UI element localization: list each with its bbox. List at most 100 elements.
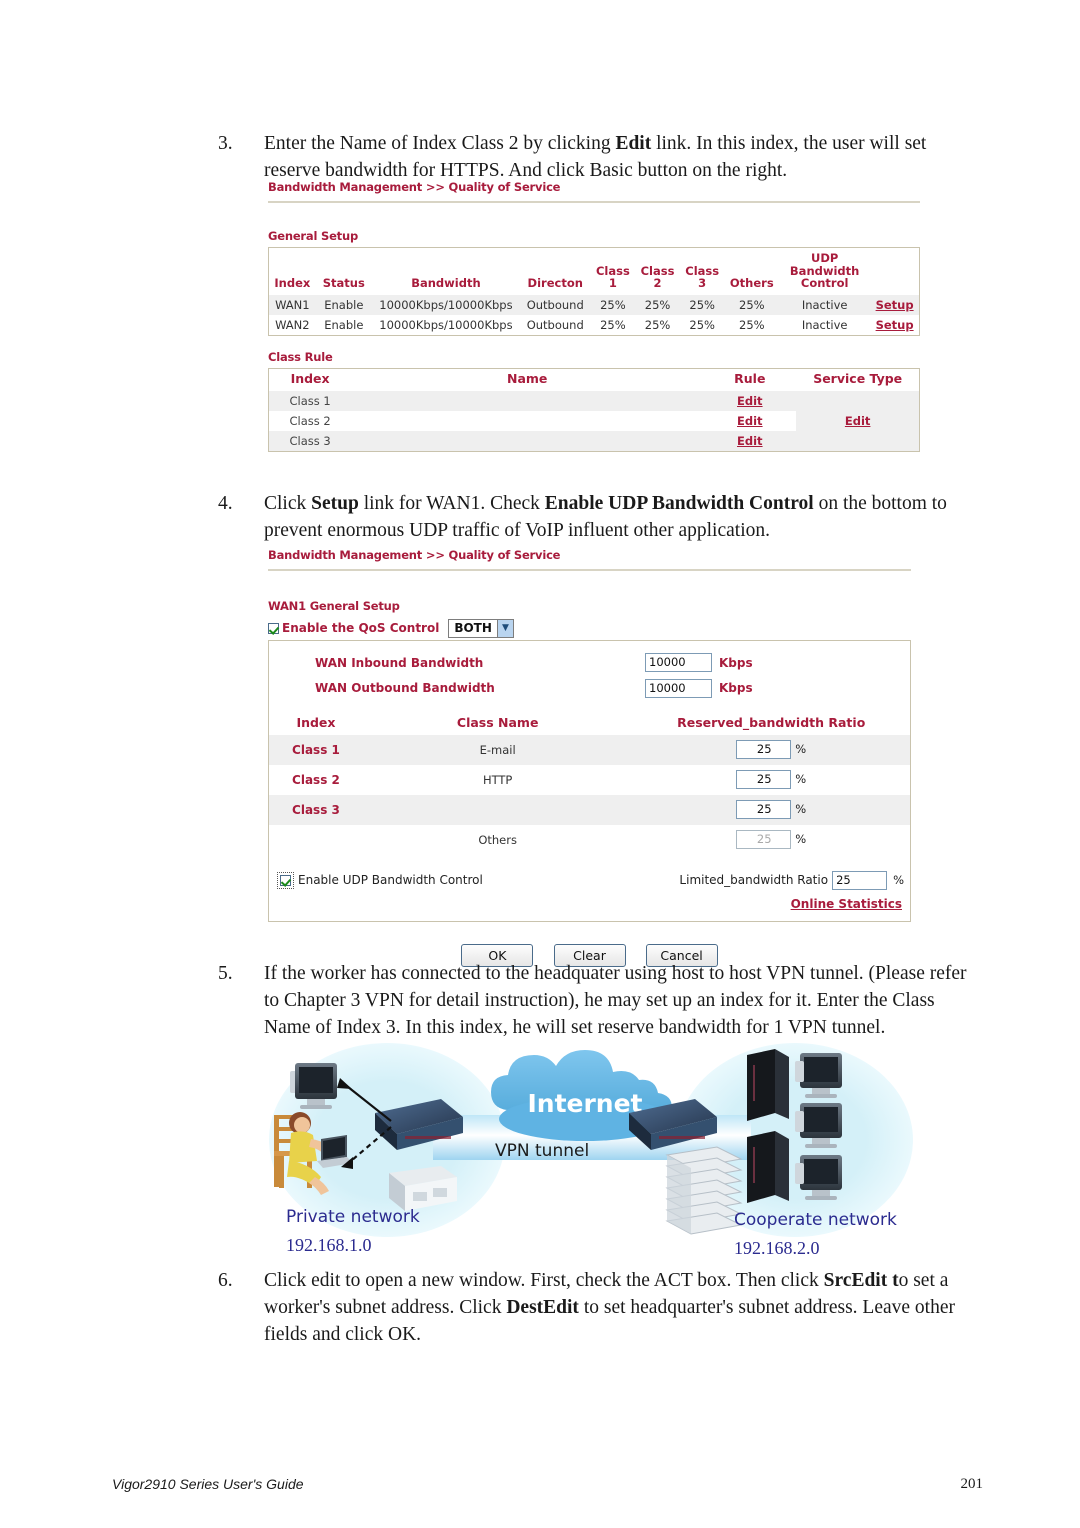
- class-rule-header-row: Index Name Rule Service Type: [269, 369, 919, 392]
- step-4-number: 4.: [218, 493, 233, 514]
- cell-status: Enable: [315, 294, 372, 315]
- cooperate-network-ip: 192.168.2.0: [734, 1238, 820, 1258]
- online-statistics-row: Online Statistics: [269, 890, 910, 912]
- class-3-ratio-input[interactable]: 25: [736, 800, 792, 819]
- cell-class3: 25%: [689, 317, 715, 332]
- cooperate-network-label: Cooperate network: [734, 1210, 897, 1230]
- cell-ratio: 25%: [632, 794, 910, 825]
- cell-index: Class 1: [269, 391, 352, 411]
- cell-class-name: Others: [478, 832, 517, 847]
- footer-document-title: Vigor2910 Series User's Guide: [112, 1476, 304, 1492]
- cell-index: Class 2: [292, 772, 340, 787]
- step-5: 5. If the worker has connected to the he…: [218, 960, 970, 1041]
- table-row: WAN2 Enable 10000Kbps/10000Kbps Outbound…: [269, 315, 919, 335]
- breadcrumb-2-rule: [268, 569, 911, 571]
- cell-index: Class 1: [269, 734, 363, 765]
- cell-udp: Inactive: [801, 317, 848, 332]
- udp-checkbox-focus-ring: [277, 871, 294, 889]
- breadcrumb-2: Bandwidth Management >> Quality of Servi…: [268, 548, 911, 571]
- service-type-cell[interactable]: Edit: [796, 391, 919, 451]
- cell-index: Class 3: [269, 431, 352, 451]
- wan-inbound-label: WAN Inbound Bandwidth: [315, 655, 484, 670]
- general-setup-table: Index Status Bandwidth Directon Class 1 …: [269, 248, 919, 335]
- cell-index: WAN1: [269, 294, 316, 315]
- cell-others: 25%: [724, 294, 780, 315]
- col-index: Index: [296, 715, 336, 730]
- breadcrumb-1-rule: [268, 201, 920, 203]
- rule-edit-link-class-2-label[interactable]: Edit: [737, 414, 763, 428]
- wan-outbound-unit: Kbps: [719, 681, 753, 695]
- rule-edit-link-class-3[interactable]: Edit: [703, 431, 797, 451]
- enable-udp-bandwidth-control-checkbox[interactable]: [280, 874, 291, 886]
- step-4-bold-udp: Enable UDP Bandwidth Control: [544, 493, 814, 514]
- step-3-text: Enter the Name of Index Class 2 by click…: [264, 130, 963, 184]
- setup-link-wan2-label[interactable]: Setup: [876, 318, 914, 332]
- rule-edit-link-class-1[interactable]: Edit: [703, 391, 797, 411]
- rule-edit-link-class-2[interactable]: Edit: [703, 411, 796, 431]
- online-statistics-link[interactable]: Online Statistics: [791, 897, 902, 911]
- service-type-edit-link[interactable]: Edit: [845, 414, 871, 428]
- limited-bandwidth-ratio-label: Limited_bandwidth Ratio: [679, 873, 829, 887]
- breadcrumb-1: Bandwidth Management >> Quality of Servi…: [268, 180, 920, 203]
- col-status: Status: [322, 276, 365, 290]
- col-rule: Rule: [734, 370, 766, 386]
- limited-bandwidth-ratio-unit: %: [893, 873, 904, 887]
- right-server-tower-2-icon: [747, 1131, 789, 1203]
- wan-inbound-input[interactable]: 10000: [645, 653, 712, 672]
- step-6-number: 6.: [218, 1270, 233, 1291]
- table-row: Class 1 Edit Edit: [269, 391, 919, 451]
- step-4-part2: link for WAN1. Check: [358, 493, 545, 514]
- setup-link-wan2[interactable]: Setup: [870, 315, 919, 335]
- class-1-ratio-input[interactable]: 25: [736, 740, 792, 759]
- setup-link-wan1[interactable]: Setup: [870, 294, 919, 315]
- col-udp-bandwidth-control: UDP Bandwidth Control: [789, 251, 860, 290]
- step-5-text: If the worker has connected to the headq…: [264, 963, 967, 1038]
- step-6: 6. Click edit to open a new window. Firs…: [218, 1267, 973, 1348]
- cell-class2: 25%: [635, 294, 680, 315]
- cell-others: 25%: [739, 317, 765, 332]
- cell-class3: 25%: [679, 294, 725, 315]
- class-3-ratio-unit: %: [795, 802, 807, 816]
- breadcrumb-1-text: Bandwidth Management >> Quality of Servi…: [268, 180, 561, 194]
- cell-bandwidth: 10000Kbps/10000Kbps: [371, 294, 520, 315]
- rule-edit-link-class-3-label[interactable]: Edit: [737, 434, 763, 448]
- cell-class1: 25%: [600, 317, 626, 332]
- class-2-ratio-unit: %: [795, 772, 807, 786]
- internet-label: Internet: [527, 1089, 642, 1118]
- col-bandwidth: Bandwidth: [411, 276, 481, 290]
- vpn-tunnel-label: VPN tunnel: [495, 1141, 590, 1161]
- step-3-bold-edit: Edit: [615, 133, 652, 154]
- step-3-number: 3.: [218, 133, 233, 154]
- rule-edit-link-class-1-label[interactable]: Edit: [737, 394, 763, 408]
- col-name: Name: [507, 370, 548, 386]
- cell-index: [269, 825, 363, 855]
- cell-class-name: E-mail: [362, 734, 633, 765]
- cell-index: Class 2: [289, 414, 331, 428]
- cell-index: Class 3: [269, 794, 363, 825]
- cell-ratio: 25%: [632, 765, 910, 795]
- table-row: Class 3 25%: [269, 794, 910, 825]
- wan-outbound-row: WAN Outbound Bandwidth 10000 Kbps: [269, 675, 910, 701]
- general-setup-table-box: Index Status Bandwidth Directon Class 1 …: [268, 247, 920, 336]
- col-class-2: Class 2: [640, 263, 675, 290]
- wan1-general-setup-screenshot: Bandwidth Management >> Quality of Servi…: [268, 548, 911, 967]
- chevron-down-icon[interactable]: ▼: [496, 619, 513, 637]
- step-4-bold-setup: Setup: [311, 493, 359, 514]
- wan-outbound-input[interactable]: 10000: [645, 678, 712, 698]
- col-index: Index: [274, 276, 311, 290]
- step-5-number: 5.: [218, 963, 233, 984]
- class-rule-table: Index Name Rule Service Type Class 1 Edi…: [269, 369, 919, 451]
- class-2-ratio-input[interactable]: 25: [736, 770, 792, 789]
- setup-link-wan1-label[interactable]: Setup: [876, 298, 914, 312]
- cell-ratio: 25%: [632, 734, 910, 765]
- col-class-1: Class 1: [595, 263, 630, 290]
- col-directon: Directon: [527, 276, 583, 290]
- enable-qos-checkbox[interactable]: [268, 622, 279, 634]
- breadcrumb-2-text: Bandwidth Management >> Quality of Servi…: [268, 548, 561, 562]
- cell-name: [351, 391, 704, 411]
- private-network-ip: 192.168.1.0: [286, 1235, 372, 1255]
- wan-inbound-unit: Kbps: [719, 655, 753, 670]
- step-3: 3. Enter the Name of Index Class 2 by cl…: [218, 130, 963, 184]
- qos-direction-select[interactable]: BOTH ▼: [448, 618, 514, 638]
- limited-bandwidth-ratio-input[interactable]: 25: [832, 870, 888, 890]
